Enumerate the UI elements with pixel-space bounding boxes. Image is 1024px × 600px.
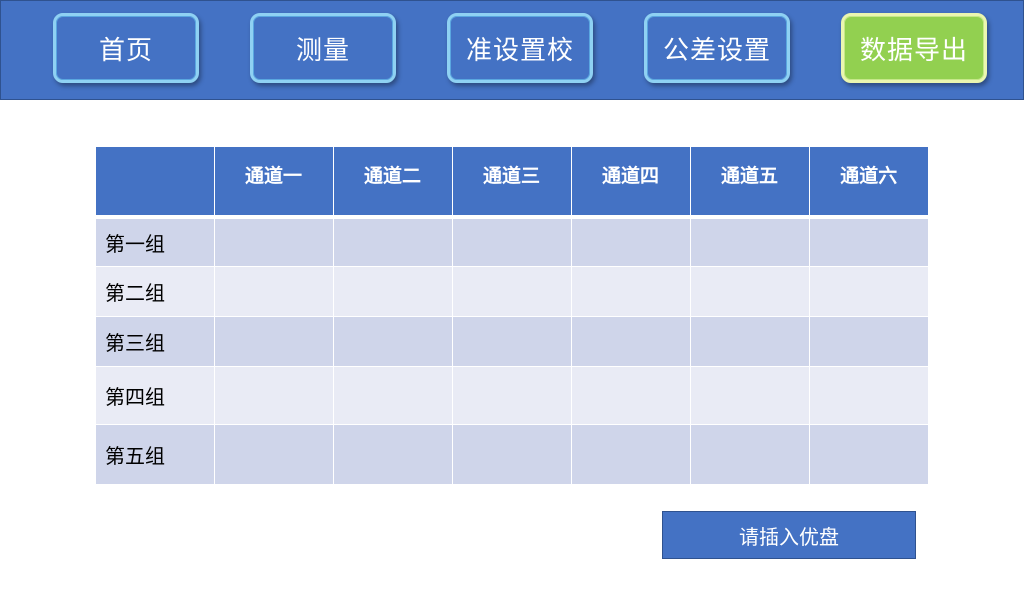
table-cell [690, 366, 810, 425]
row-label: 第五组 [96, 424, 215, 485]
table-row: 第三组 [96, 316, 928, 367]
nav-calibration-button[interactable]: 准设置校 [447, 13, 593, 83]
row-label: 第三组 [96, 316, 215, 367]
row-label: 第四组 [96, 366, 215, 425]
column-header: 通道四 [571, 147, 691, 219]
row-label: 第二组 [96, 266, 215, 317]
table-cell [571, 366, 691, 425]
table-cell [333, 424, 453, 485]
table-row: 第五组 [96, 424, 928, 485]
table-cell [333, 266, 453, 317]
table-cell [214, 366, 334, 425]
data-table: 通道一 通道二 通道三 通道四 通道五 通道六 第一组 第二组 第三组 第四组 … [96, 147, 928, 485]
nav-measure-button[interactable]: 测量 [250, 13, 396, 83]
nav-tolerance-button[interactable]: 公差设置 [644, 13, 790, 83]
table-cell [809, 266, 928, 317]
column-header: 通道二 [333, 147, 453, 219]
table-cell [809, 366, 928, 425]
table-cell [571, 217, 691, 267]
table-cell [809, 316, 928, 367]
table-cell [452, 366, 572, 425]
nav-data-export-button[interactable]: 数据导出 [841, 13, 987, 83]
table-cell [690, 424, 810, 485]
nav-bar: 首页 测量 准设置校 公差设置 数据导出 [0, 0, 1024, 100]
table-cell [809, 217, 928, 267]
table-header-row: 通道一 通道二 通道三 通道四 通道五 通道六 [96, 147, 928, 219]
table-cell [690, 316, 810, 367]
column-header: 通道五 [690, 147, 810, 219]
table-corner-cell [96, 147, 215, 219]
table-cell [571, 424, 691, 485]
table-cell [452, 316, 572, 367]
table-row: 第四组 [96, 366, 928, 425]
table-cell [214, 266, 334, 317]
column-header: 通道一 [214, 147, 334, 219]
table-cell [452, 424, 572, 485]
table-cell [333, 366, 453, 425]
data-export-screen: 首页 测量 准设置校 公差设置 数据导出 通道一 通道二 通道三 通道四 通道五… [0, 0, 1024, 600]
table-cell [333, 217, 453, 267]
table-cell [452, 266, 572, 317]
column-header: 通道六 [809, 147, 928, 219]
table-cell [571, 316, 691, 367]
table-cell [452, 217, 572, 267]
table-cell [214, 217, 334, 267]
table-row: 第一组 [96, 217, 928, 267]
row-label: 第一组 [96, 217, 215, 267]
table-cell [571, 266, 691, 317]
nav-home-button[interactable]: 首页 [53, 13, 199, 83]
table-cell [690, 217, 810, 267]
table-cell [333, 316, 453, 367]
table-row: 第二组 [96, 266, 928, 317]
table-cell [690, 266, 810, 317]
column-header: 通道三 [452, 147, 572, 219]
table-cell [214, 424, 334, 485]
insert-usb-button[interactable]: 请插入优盘 [662, 511, 916, 559]
table-cell [809, 424, 928, 485]
table-cell [214, 316, 334, 367]
